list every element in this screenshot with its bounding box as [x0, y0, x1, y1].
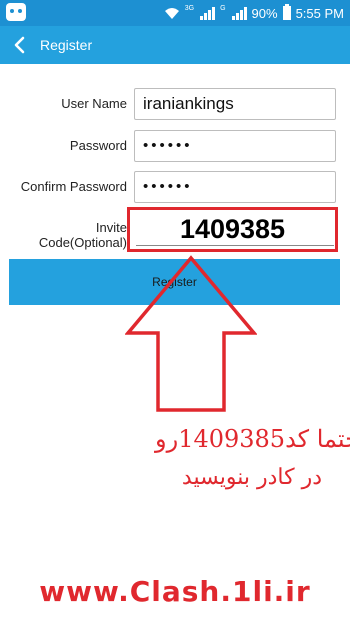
battery-percentage: 90%	[251, 5, 278, 21]
network-type-g: G	[220, 4, 226, 12]
battery-icon	[282, 4, 291, 20]
app-notification-icon	[6, 3, 26, 21]
instruction-text-line1: حتما کد1409385رو	[155, 425, 350, 453]
password-field[interactable]: ••••••	[134, 130, 336, 162]
up-arrow-annotation	[125, 255, 257, 412]
status-indicators: 3G G 90% 5:55 PM	[164, 0, 344, 26]
signal-icon	[200, 6, 216, 20]
invite-code-field[interactable]: 1409385	[127, 207, 338, 249]
network-type-3g: 3G	[184, 4, 195, 12]
invite-code-label-line2: Code(Optional)	[38, 235, 127, 250]
confirm-password-label: Confirm Password	[20, 179, 127, 194]
password-label: Password	[69, 138, 127, 153]
page-title: Register	[40, 37, 93, 53]
invite-code-label-line1: Invite	[95, 220, 127, 235]
website-url: www.Clash.1li.ir	[39, 575, 311, 608]
username-label: User Name	[61, 96, 127, 111]
wifi-icon	[164, 8, 179, 19]
instruction-text-line2: در کادر بنویسید	[181, 465, 322, 490]
username-field[interactable]: iraniankings	[134, 88, 336, 120]
status-bar: 3G G 90% 5:55 PM	[0, 0, 350, 26]
clock: 5:55 PM	[295, 5, 344, 21]
confirm-password-field[interactable]: ••••••	[134, 171, 336, 203]
app-bar: Register	[0, 26, 350, 64]
signal-icon-secondary	[231, 6, 247, 20]
back-arrow-icon[interactable]	[10, 35, 30, 55]
